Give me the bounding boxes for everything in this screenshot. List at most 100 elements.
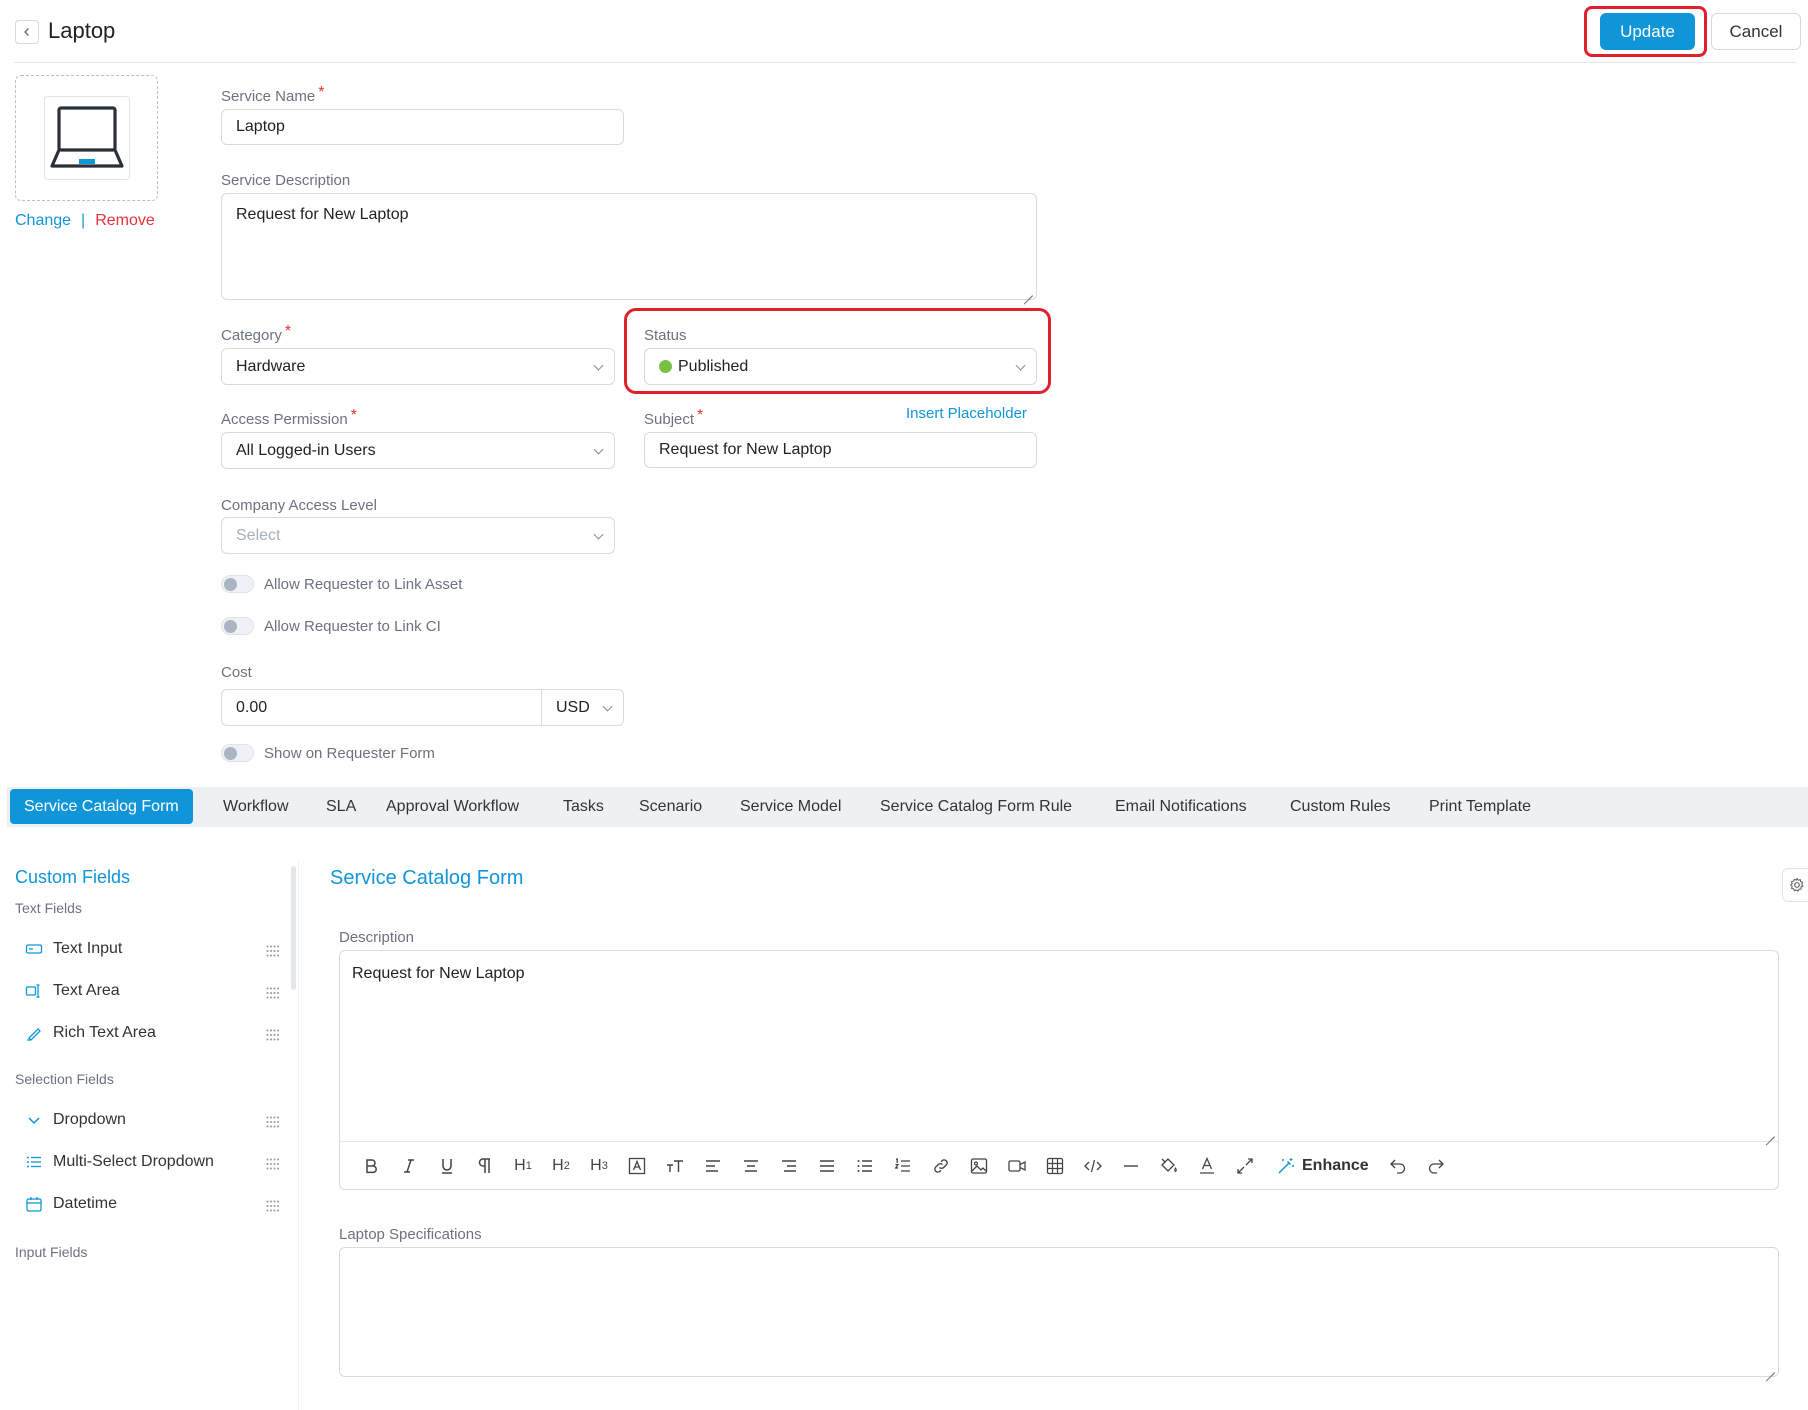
editor-toolbar: H1 H2 H3 Enhance <box>352 1147 1455 1185</box>
resize-handle[interactable] <box>1765 1363 1775 1373</box>
tab-service-catalog-form[interactable]: Service Catalog Form <box>10 789 193 824</box>
horizontal-rule-icon[interactable] <box>1112 1148 1150 1184</box>
font-size-icon[interactable] <box>656 1148 694 1184</box>
settings-button[interactable] <box>1782 868 1808 902</box>
tab-scenario[interactable]: Scenario <box>639 787 702 827</box>
chevron-down-icon <box>593 444 604 455</box>
bullet-list-icon[interactable] <box>846 1148 884 1184</box>
service-name-label: Service Name * <box>221 84 325 105</box>
tab-tasks[interactable]: Tasks <box>563 787 604 827</box>
code-icon[interactable] <box>1074 1148 1112 1184</box>
chevron-down-icon <box>25 1111 43 1129</box>
status-select[interactable]: Published <box>644 348 1037 385</box>
access-permission-select[interactable]: All Logged-in Users <box>221 432 615 469</box>
cancel-button[interactable]: Cancel <box>1711 13 1801 50</box>
category-select[interactable]: Hardware <box>221 348 615 385</box>
align-center-icon[interactable] <box>732 1148 770 1184</box>
tab-approval-workflow[interactable]: Approval Workflow <box>386 787 519 827</box>
tab-sla[interactable]: SLA <box>326 787 356 827</box>
table-icon[interactable] <box>1036 1148 1074 1184</box>
show-on-requester-form-toggle[interactable] <box>221 744 254 762</box>
laptop-icon <box>50 106 124 168</box>
editor-divider <box>340 1141 1778 1142</box>
allow-link-ci-toggle[interactable] <box>221 617 254 635</box>
drag-handle-icon[interactable] <box>266 1116 280 1128</box>
tab-custom-rules[interactable]: Custom Rules <box>1290 787 1390 827</box>
field-dropdown[interactable]: Dropdown <box>25 1111 126 1129</box>
resize-handle[interactable] <box>1765 1127 1775 1137</box>
underline-icon[interactable] <box>428 1148 466 1184</box>
text-area-icon <box>25 982 43 1000</box>
cost-input[interactable]: 0.00 <box>221 689 542 726</box>
tab-workflow[interactable]: Workflow <box>223 787 289 827</box>
cost-label: Cost <box>221 664 252 681</box>
field-text-area[interactable]: Text Area <box>25 982 120 1000</box>
expand-icon[interactable] <box>1226 1148 1264 1184</box>
access-permission-label: Access Permission * <box>221 407 357 428</box>
numbered-list-icon[interactable] <box>884 1148 922 1184</box>
sidebar-divider <box>298 862 299 1410</box>
undo-icon[interactable] <box>1379 1148 1417 1184</box>
enhance-button[interactable]: Enhance <box>1264 1148 1379 1184</box>
remove-image-link[interactable]: Remove <box>95 212 155 230</box>
subject-input[interactable]: Request for New Laptop <box>644 432 1037 468</box>
heading-2-icon[interactable]: H2 <box>542 1148 580 1184</box>
back-button[interactable] <box>15 20 39 44</box>
video-icon[interactable] <box>998 1148 1036 1184</box>
company-access-level-select[interactable]: Select <box>221 517 615 554</box>
service-name-input[interactable]: Laptop <box>221 109 624 145</box>
chevron-down-icon <box>1015 360 1026 371</box>
align-justify-icon[interactable] <box>808 1148 846 1184</box>
list-icon <box>25 1153 43 1171</box>
field-rich-text-area[interactable]: Rich Text Area <box>25 1024 156 1042</box>
tab-print-template[interactable]: Print Template <box>1429 787 1531 827</box>
laptop-specifications-textarea[interactable] <box>339 1247 1779 1377</box>
paragraph-icon[interactable] <box>466 1148 504 1184</box>
drag-handle-icon[interactable] <box>266 1200 280 1212</box>
resize-handle[interactable] <box>1023 286 1033 296</box>
text-box-icon[interactable] <box>618 1148 656 1184</box>
allow-link-ci-label: Allow Requester to Link CI <box>264 618 441 635</box>
align-left-icon[interactable] <box>694 1148 732 1184</box>
page-title: Laptop <box>48 18 116 43</box>
text-input-icon <box>25 940 43 958</box>
insert-placeholder-link[interactable]: Insert Placeholder <box>906 405 1027 422</box>
drag-handle-icon[interactable] <box>266 945 280 957</box>
tab-service-model[interactable]: Service Model <box>740 787 841 827</box>
allow-link-asset-toggle[interactable] <box>221 575 254 593</box>
italic-icon[interactable] <box>390 1148 428 1184</box>
change-image-link[interactable]: Change <box>15 212 71 230</box>
status-dot <box>659 360 672 373</box>
update-button[interactable]: Update <box>1600 13 1695 50</box>
heading-3-icon[interactable]: H3 <box>580 1148 618 1184</box>
link-icon[interactable] <box>922 1148 960 1184</box>
company-access-level-label: Company Access Level <box>221 497 377 514</box>
tab-bar: Service Catalog Form Workflow SLA Approv… <box>7 787 1808 827</box>
bold-icon[interactable] <box>352 1148 390 1184</box>
font-color-icon[interactable] <box>1188 1148 1226 1184</box>
align-right-icon[interactable] <box>770 1148 808 1184</box>
status-label: Status <box>644 327 687 344</box>
chevron-left-icon <box>24 28 29 36</box>
redo-icon[interactable] <box>1417 1148 1455 1184</box>
description-editor[interactable]: Request for New Laptop H1 H2 H3 Enhance <box>339 950 1779 1190</box>
field-datetime[interactable]: Datetime <box>25 1195 117 1213</box>
custom-fields-heading: Custom Fields <box>15 867 131 887</box>
drag-handle-icon[interactable] <box>266 1158 280 1170</box>
description-text[interactable]: Request for New Laptop <box>352 965 525 983</box>
image-icon[interactable] <box>960 1148 998 1184</box>
sidebar-scrollbar[interactable] <box>291 866 296 990</box>
drag-handle-icon[interactable] <box>266 987 280 999</box>
currency-select[interactable]: USD <box>541 689 624 726</box>
fill-color-icon[interactable] <box>1150 1148 1188 1184</box>
chevron-down-icon <box>602 701 613 712</box>
drag-handle-icon[interactable] <box>266 1029 280 1041</box>
heading-1-icon[interactable]: H1 <box>504 1148 542 1184</box>
text-fields-group: Text Fields <box>15 900 82 916</box>
field-text-input[interactable]: Text Input <box>25 940 122 958</box>
service-description-textarea[interactable]: Request for New Laptop <box>221 193 1037 300</box>
magic-wand-icon <box>1278 1158 1294 1174</box>
tab-service-catalog-form-rule[interactable]: Service Catalog Form Rule <box>880 787 1072 827</box>
tab-email-notifications[interactable]: Email Notifications <box>1115 787 1247 827</box>
field-multi-select-dropdown[interactable]: Multi-Select Dropdown <box>25 1153 214 1171</box>
